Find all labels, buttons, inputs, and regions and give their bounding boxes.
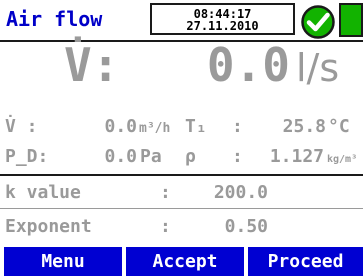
t1-unit: °C [328, 116, 350, 137]
exponent-value[interactable]: 0.50 [200, 216, 268, 238]
rho-unit: kg/m³ [327, 154, 358, 165]
page-title: Air flow [6, 7, 103, 31]
pd-value: 0.0 [104, 146, 137, 167]
proceed-button[interactable]: Proceed [248, 247, 363, 276]
rho-value: 1.127 [269, 146, 324, 167]
check-icon [301, 5, 335, 39]
k-value-colon: : [160, 182, 171, 203]
t1-label: T₁ [185, 116, 207, 137]
pd-unit: Pa [140, 146, 162, 167]
battery-icon [339, 3, 363, 37]
menu-button[interactable]: Menu [4, 247, 122, 276]
t1-value: 25.8 [282, 116, 326, 137]
flow-label: V̇ : [5, 116, 38, 137]
header-divider [0, 40, 363, 42]
flow-unit: m³/h [139, 121, 171, 136]
rho-colon: : [232, 146, 243, 167]
flow-value: 0.0 [104, 116, 137, 137]
k-value[interactable]: 200.0 [200, 182, 268, 204]
rho-label: ρ [185, 146, 196, 167]
main-value: 0.0 [206, 38, 290, 92]
row-divider [0, 208, 363, 209]
exponent-colon: : [160, 216, 171, 237]
params-divider [0, 174, 363, 176]
main-value-unit: l/s [296, 46, 340, 90]
pd-label: P_D: [5, 146, 49, 167]
t1-colon: : [232, 116, 243, 137]
accept-button[interactable]: Accept [126, 247, 244, 276]
exponent-label: Exponent [5, 216, 92, 237]
clock-display: 08:44:17 27.11.2010 [150, 3, 295, 35]
clock-date: 27.11.2010 [186, 19, 259, 33]
main-value-label: V̇: [64, 38, 120, 92]
k-value-label: k value [5, 182, 81, 203]
